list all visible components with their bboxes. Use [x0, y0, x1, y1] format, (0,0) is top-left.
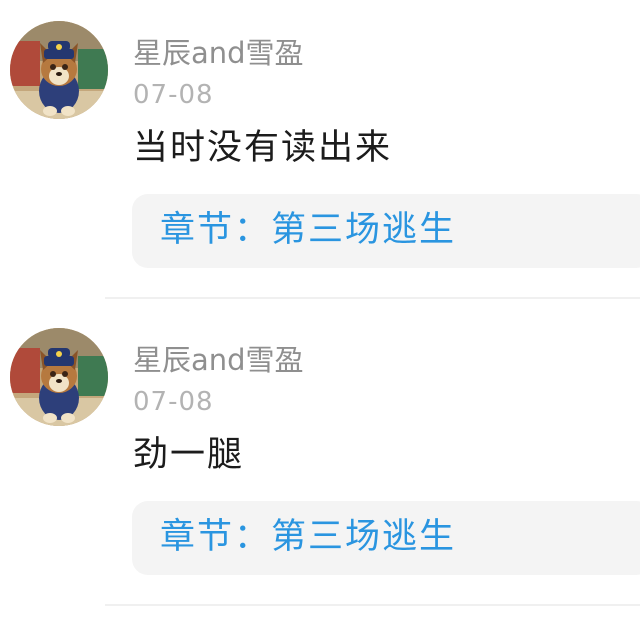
comment-text: 劲一腿 — [133, 435, 245, 475]
comment-item: 星辰and雪盈 07-08 劲一腿 章节：第三场逃生 — [0, 0, 640, 635]
comment-date: 07-08 — [133, 387, 214, 417]
chapter-prefix: 章节： — [160, 517, 272, 557]
chapter-link-card[interactable]: 章节：第三场逃生 — [132, 501, 640, 575]
chapter-title: 第三场逃生 — [271, 517, 457, 557]
dog-police-avatar-icon — [10, 328, 108, 426]
divider — [105, 604, 640, 606]
username[interactable]: 星辰and雪盈 — [133, 343, 304, 377]
avatar[interactable] — [10, 328, 108, 426]
chapter-link[interactable]: 章节：第三场逃生 — [160, 515, 456, 559]
